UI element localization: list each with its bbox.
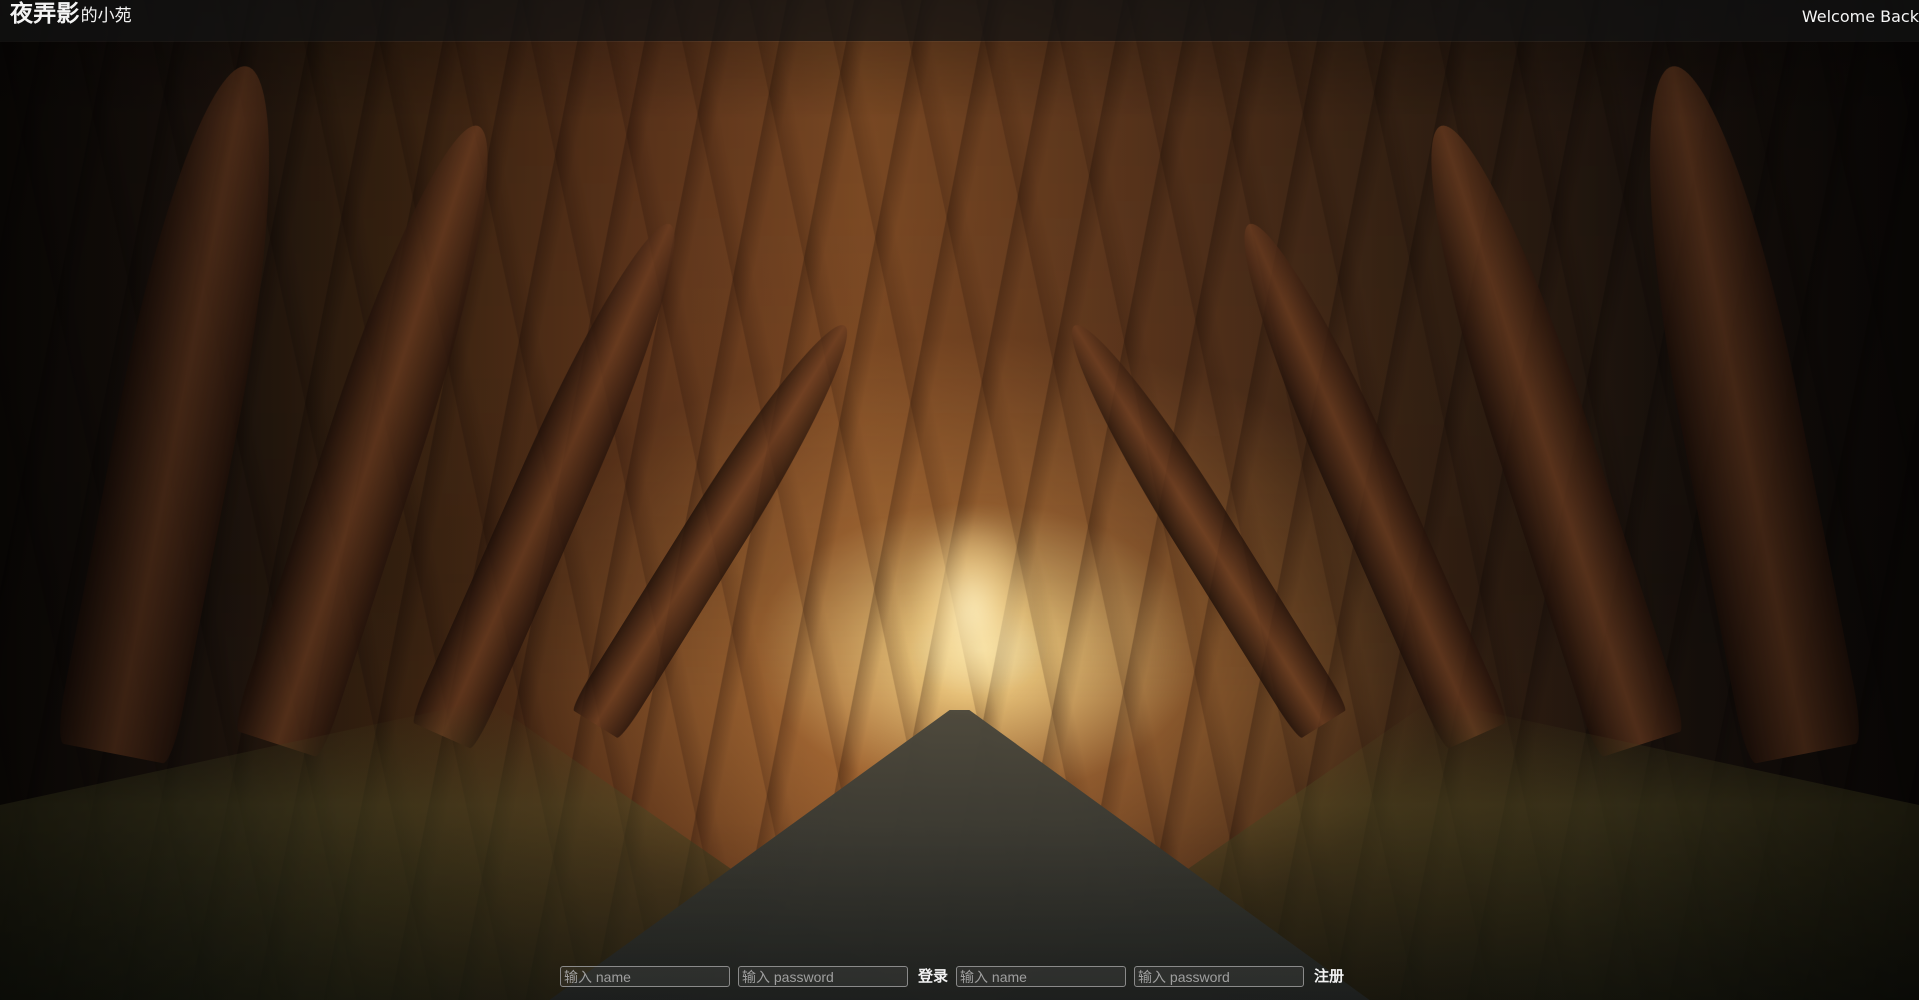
login-name-input[interactable] [560, 966, 730, 987]
login-button[interactable]: 登录 [918, 969, 948, 984]
vignette-overlay [0, 0, 1919, 1000]
page: 夜弄影的小苑 Welcome Back 登录 注册 [0, 0, 1919, 1000]
register-button[interactable]: 注册 [1314, 969, 1344, 984]
background-photo [0, 0, 1919, 1000]
welcome-text: Welcome Back [1801, 7, 1919, 26]
register-name-input[interactable] [956, 966, 1127, 987]
site-title-sub: 的小苑 [80, 6, 132, 26]
register-password-input[interactable] [1134, 966, 1305, 987]
top-bar: 夜弄影的小苑 Welcome Back [0, 0, 1919, 41]
site-title: 夜弄影的小苑 [10, 3, 132, 26]
login-password-input[interactable] [738, 966, 908, 987]
site-title-main: 夜弄影 [10, 1, 80, 27]
auth-bar: 登录 注册 [560, 966, 1344, 987]
